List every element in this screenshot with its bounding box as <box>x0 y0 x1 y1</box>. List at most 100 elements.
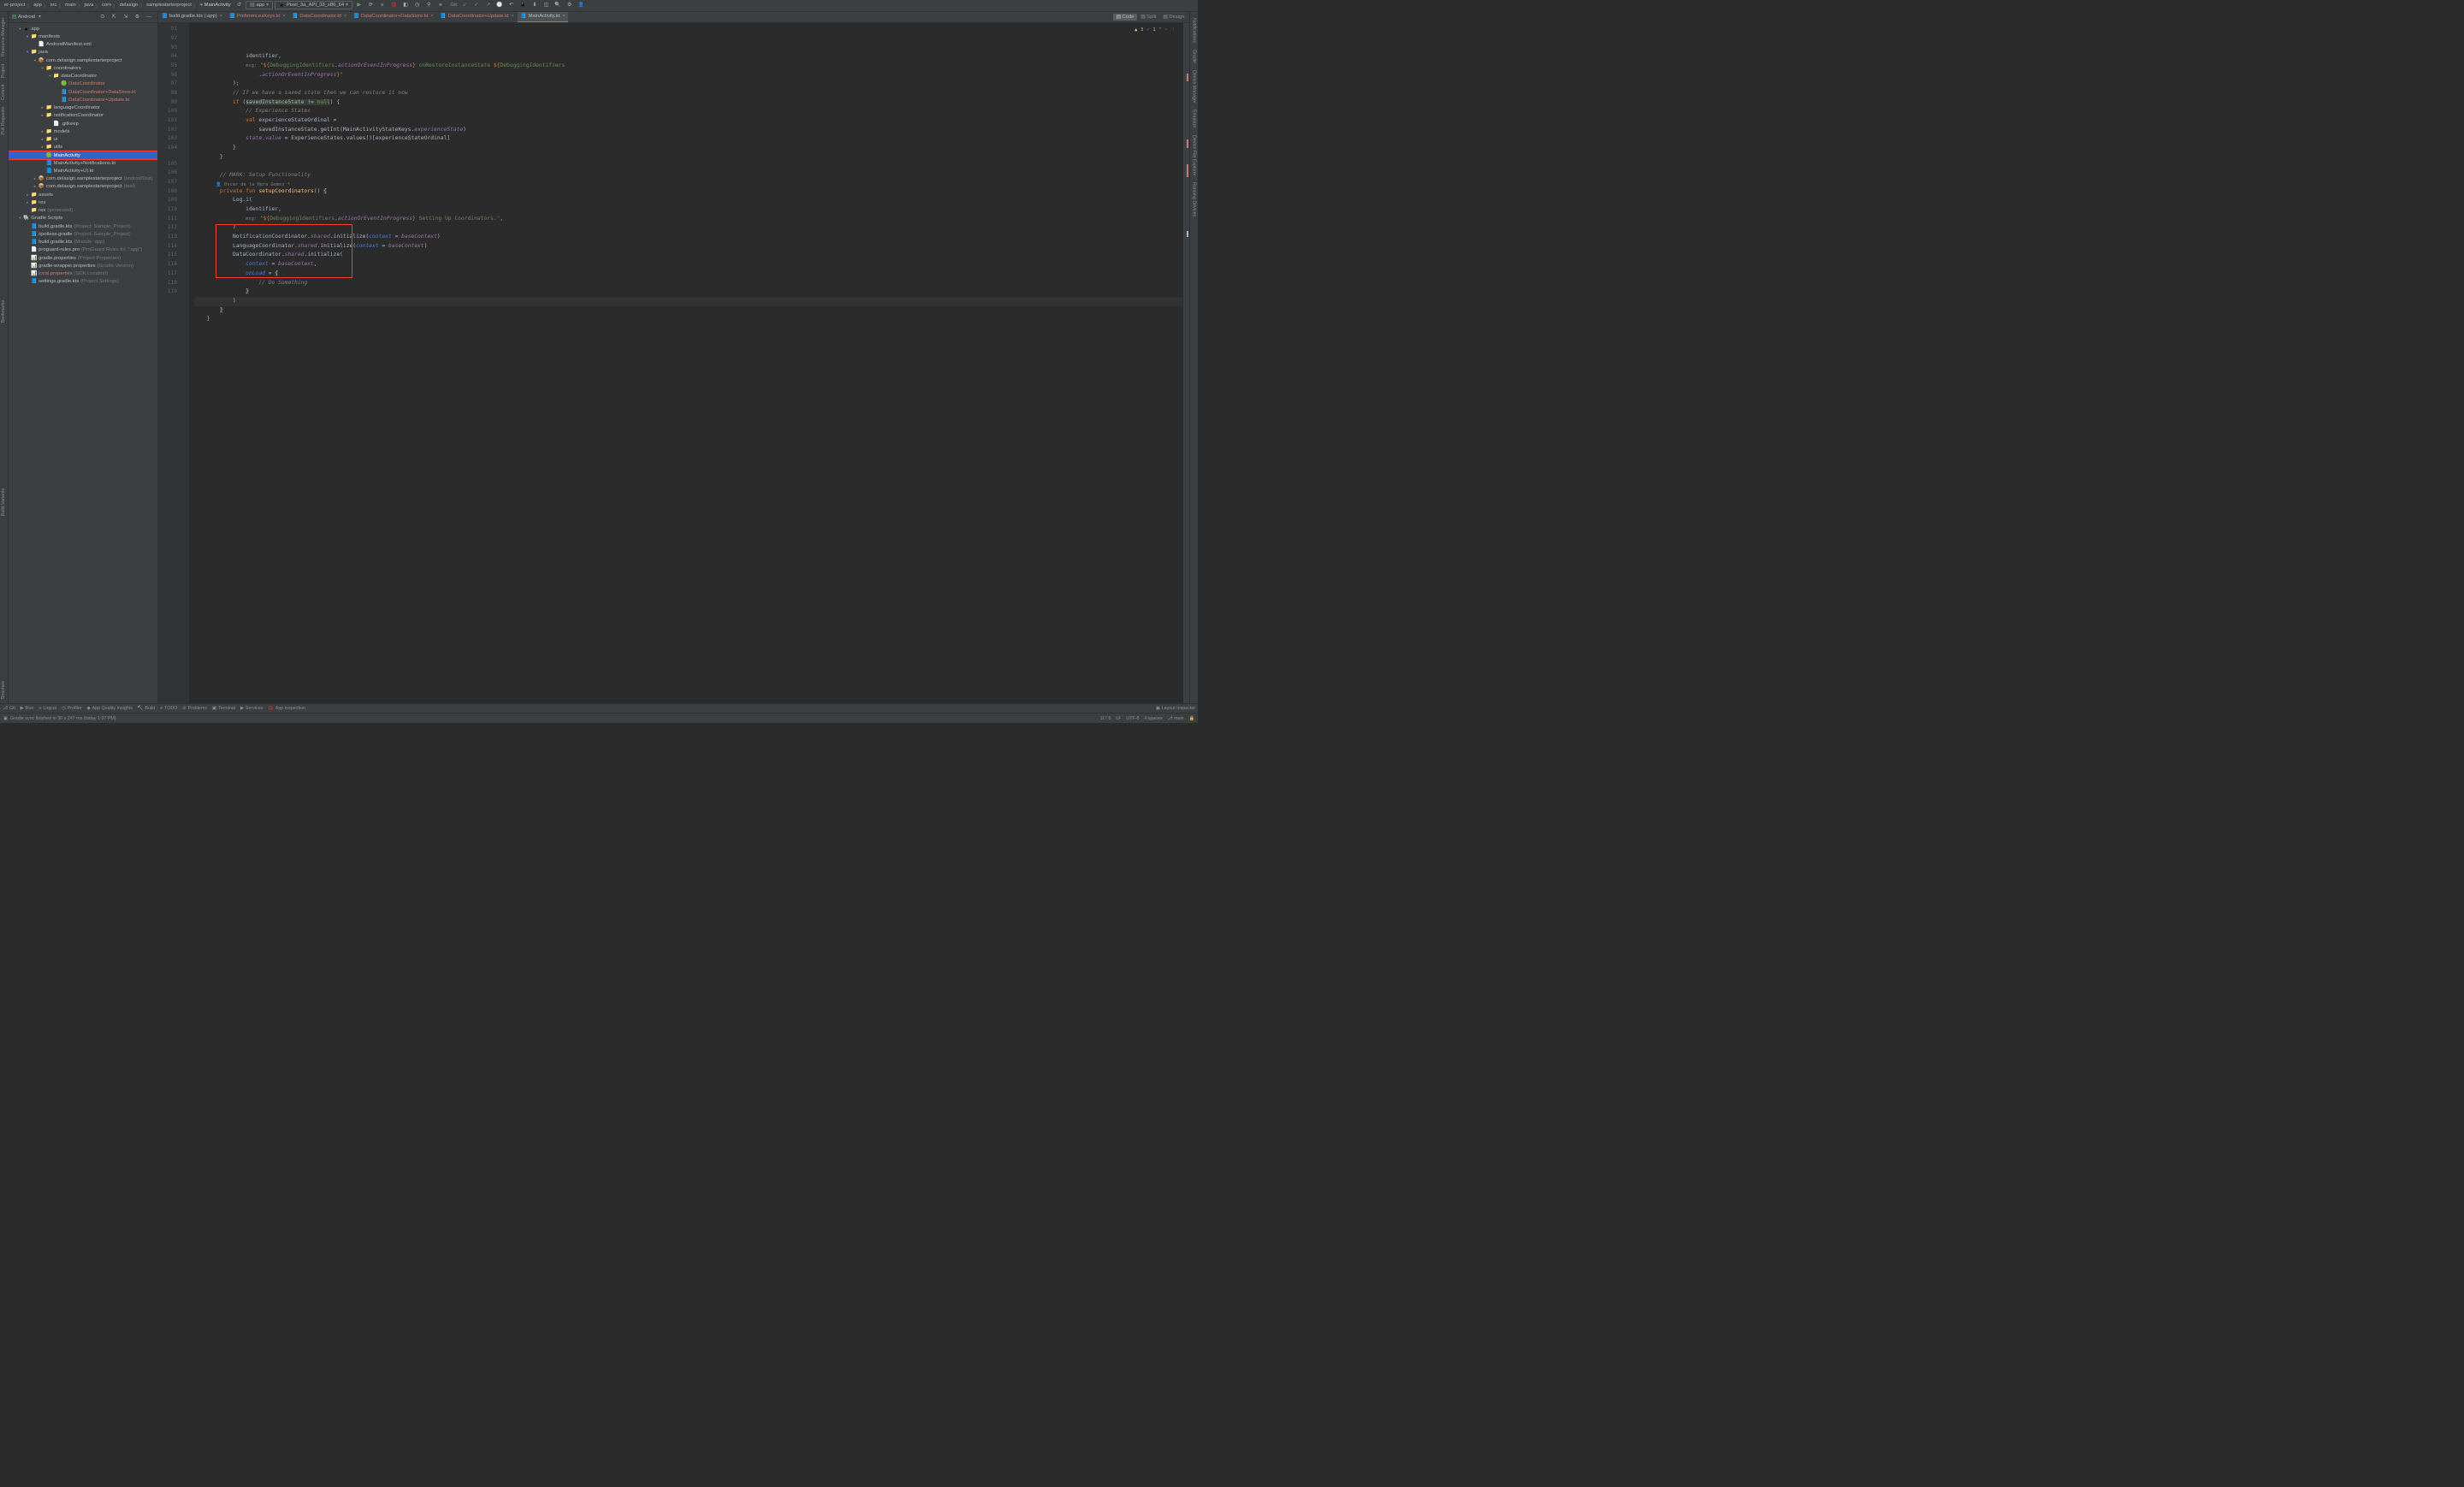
left-gutter-project[interactable]: Project <box>0 61 7 81</box>
debug-icon[interactable]: 🐞 <box>389 0 400 10</box>
profile-icon[interactable]: ◷ <box>412 0 423 10</box>
git-branch[interactable]: ⎇ main <box>1167 716 1183 721</box>
run-icon[interactable]: ▶ <box>354 0 364 10</box>
git-rollback-icon[interactable]: ↶ <box>506 0 517 10</box>
tree-node[interactable]: ▾📦com.delasign.samplestarterproject <box>9 56 157 64</box>
viewmode-code[interactable]: ▤ Code <box>1113 14 1138 21</box>
tree-node[interactable]: ▸📁notificationCoordinator <box>9 112 157 120</box>
close-tab-icon[interactable]: × <box>562 14 565 19</box>
search-icon[interactable]: 🔍 <box>553 0 563 10</box>
sdk-manager-icon[interactable]: ⬇ <box>530 0 540 10</box>
breadcrumb-item[interactable]: ● MainActivity <box>200 3 231 8</box>
tree-node[interactable]: 📄.gitkeep <box>9 120 157 127</box>
code-editor[interactable]: ▲3 ✓1 ^ ˅ ⋮ identifier, msg: "${Debuggin… <box>189 23 1184 702</box>
tree-node[interactable]: 📘MainActivity+Notifications.kt <box>9 159 157 167</box>
git-history-icon[interactable]: 🕐 <box>495 0 505 10</box>
stop-icon[interactable]: ■ <box>435 0 446 10</box>
tree-node[interactable]: ▾📁coordinators <box>9 64 157 72</box>
toolwindow-run[interactable]: ▶Run <box>21 706 34 711</box>
breadcrumb-item[interactable]: app <box>33 3 42 8</box>
tree-node[interactable]: ▸📁res <box>9 198 157 206</box>
left-gutter-build-variants[interactable]: Build Variants <box>0 485 7 519</box>
tree-node[interactable]: 📘build.gradle.kts(Project: Sample_Projec… <box>9 222 157 230</box>
hide-icon[interactable]: — <box>144 12 154 22</box>
tree-node[interactable]: 📊gradle.properties(Project Properties) <box>9 254 157 262</box>
breadcrumb-item[interactable]: com <box>102 3 111 8</box>
tree-node[interactable]: 📘DataCoordinator+Update.kt <box>9 96 157 104</box>
line-separator[interactable]: LF <box>1116 716 1121 721</box>
sync-icon[interactable]: ↺ <box>234 0 245 10</box>
tree-node[interactable]: ▾📱app <box>9 25 157 33</box>
tree-node[interactable]: 🟢MainActivity <box>9 151 157 159</box>
settings-icon[interactable]: ⚙ <box>565 0 575 10</box>
tree-node[interactable]: 📘build.gradle.kts(Module :app) <box>9 238 157 246</box>
project-tree[interactable]: ▾📱app▾📁manifests📄AndroidManifest.xml▾📁ja… <box>9 23 157 702</box>
right-gutter-gradle[interactable]: Gradle <box>1191 46 1198 67</box>
editor-tab[interactable]: 📘MainActivity.kt× <box>518 12 569 23</box>
right-gutter-running-devices[interactable]: Running Devices <box>1191 179 1198 220</box>
device-dropdown[interactable]: 📱 Pixel_3a_API_33_x86_64 ▾ <box>275 1 352 9</box>
tree-node[interactable]: 🟢DataCoordinator <box>9 80 157 88</box>
tree-node[interactable]: 📘DataCoordinator+DataStore.kt <box>9 88 157 96</box>
breadcrumb-item[interactable]: delasign <box>120 3 139 8</box>
toolwindow-app-quality-insights[interactable]: ◆App Quality Insights <box>86 706 132 711</box>
close-tab-icon[interactable]: × <box>344 14 346 19</box>
toolwindow-build[interactable]: 🔨Build <box>138 706 155 711</box>
cursor-position[interactable]: 117:6 <box>1100 716 1111 721</box>
viewmode-design[interactable]: ▤ Design <box>1159 14 1188 21</box>
left-gutter-bookmarks[interactable]: Bookmarks <box>0 297 7 326</box>
tree-node[interactable]: 📄proguard-rules.pro(ProGuard Rules for "… <box>9 246 157 254</box>
left-gutter-resource-manager[interactable]: Resource Manager <box>0 15 7 60</box>
apply-changes-icon[interactable]: ⟳ <box>365 0 376 10</box>
breadcrumb-item[interactable]: java <box>85 3 94 8</box>
toolwindow-services[interactable]: ▶Services <box>240 706 263 711</box>
left-gutter-pull-requests[interactable]: Pull Requests <box>0 104 7 139</box>
toolwindow-todo[interactable]: ≡TODO <box>160 706 177 711</box>
close-tab-icon[interactable]: × <box>220 14 222 19</box>
toolwindow-terminal[interactable]: ▣Terminal <box>212 706 235 711</box>
apply-code-icon[interactable]: ≡ <box>377 0 388 10</box>
editor-tab[interactable]: 📘PreferencesKeys.kt× <box>226 12 289 23</box>
git-update-icon[interactable]: ↙ <box>459 0 470 10</box>
gear-icon[interactable]: ⚙ <box>133 12 143 22</box>
tree-node[interactable]: ▾📁dataCoordinator <box>9 73 157 80</box>
run-config-dropdown[interactable]: ▤ app ▾ <box>246 1 273 9</box>
viewmode-split[interactable]: ▤ Split <box>1137 14 1159 21</box>
breadcrumb-item[interactable]: samplestarterproject <box>146 3 192 8</box>
toolwindow-problems[interactable]: ⊘Problems <box>182 706 207 711</box>
indent-settings[interactable]: 4 spaces <box>1144 716 1162 721</box>
tree-node[interactable]: ▸📦com.delasign.samplestarterproject(test… <box>9 183 157 191</box>
file-encoding[interactable]: UTF-8 <box>1126 716 1139 721</box>
tree-node[interactable]: ▸📁utils <box>9 144 157 151</box>
toolwindow-app-inspection[interactable]: 🐞App Inspection <box>268 706 305 711</box>
tree-node[interactable]: 📁res(generated) <box>9 207 157 215</box>
resource-manager-icon[interactable]: ◫ <box>542 0 552 10</box>
tree-node[interactable]: ▾📁java <box>9 49 157 56</box>
collapse-all-icon[interactable]: ⇲ <box>121 12 131 22</box>
select-opened-icon[interactable]: ⊙ <box>98 12 108 22</box>
coverage-icon[interactable]: ◧ <box>400 0 411 10</box>
tree-node[interactable]: ▸📁assets <box>9 191 157 198</box>
tree-node[interactable]: 📊local.properties(SDK Location) <box>9 270 157 277</box>
left-gutter-structure[interactable]: Structure <box>0 678 7 702</box>
editor-tab[interactable]: 📘DataCoordinator.kt× <box>288 12 350 23</box>
breadcrumb-item[interactable]: main <box>65 3 76 8</box>
close-tab-icon[interactable]: × <box>430 14 433 19</box>
inspection-indicators[interactable]: ▲3 ✓1 ^ ˅ ⋮ <box>1134 26 1176 35</box>
readonly-lock-icon[interactable]: 🔒 <box>1188 716 1194 721</box>
tree-node[interactable]: ▸📁ui <box>9 135 157 143</box>
close-tab-icon[interactable]: × <box>512 14 514 19</box>
editor-tab[interactable]: 📘build.gradle.kts (:app)× <box>158 12 226 23</box>
tree-node[interactable]: ▸📦com.delasign.samplestarterproject(andr… <box>9 175 157 183</box>
editor-tab[interactable]: 📘DataCoordinator+Update.kt× <box>436 12 517 23</box>
tree-node[interactable]: ▸📁models <box>9 127 157 135</box>
tree-node[interactable]: 📊gradle-wrapper.properties(Gradle Versio… <box>9 262 157 270</box>
editor-tab[interactable]: 📘DataCoordinator+DataStore.kt× <box>350 12 437 23</box>
git-push-icon[interactable]: ↗ <box>483 0 494 10</box>
tree-node[interactable]: ▾📁manifests <box>9 33 157 40</box>
breadcrumb-item[interactable]: src <box>50 3 57 8</box>
toolwindow-logcat[interactable]: ≡Logcat <box>38 706 56 711</box>
close-tab-icon[interactable]: × <box>282 14 285 19</box>
attach-debugger-icon[interactable]: ⚲ <box>424 0 434 10</box>
git-commit-icon[interactable]: ✓ <box>471 0 482 10</box>
